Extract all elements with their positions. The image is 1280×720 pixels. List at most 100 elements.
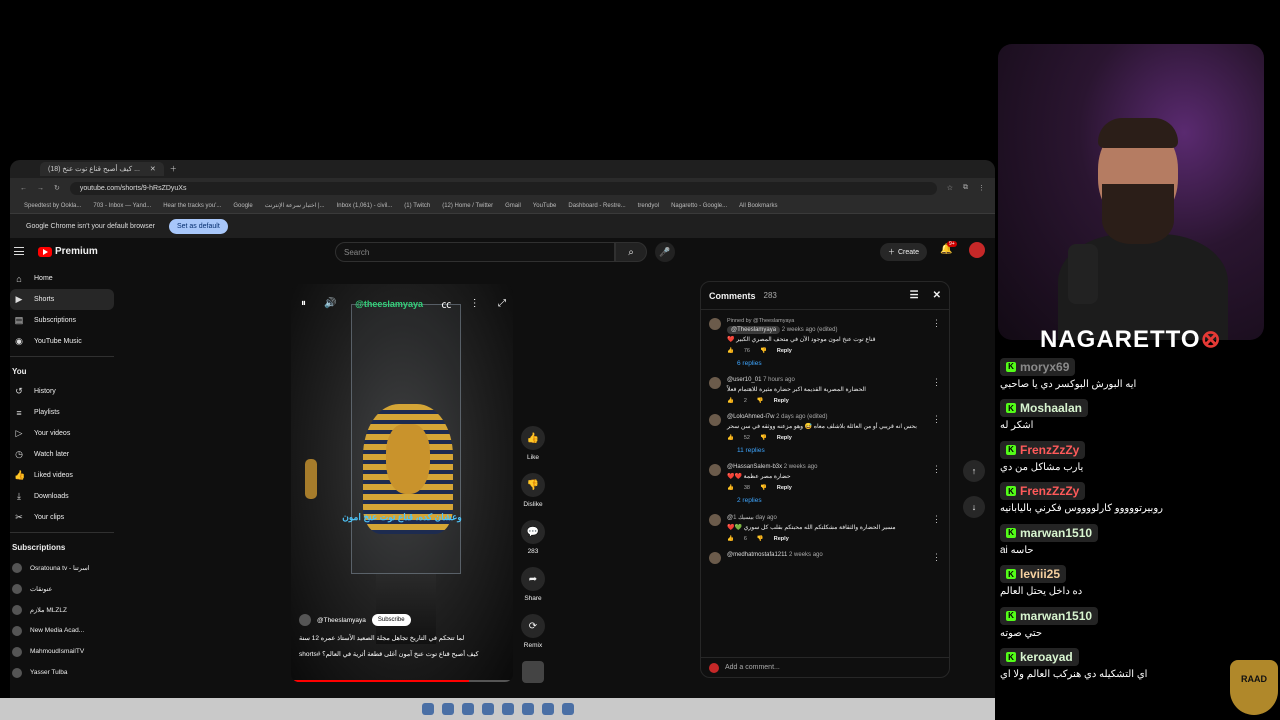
star-icon[interactable]: ☆: [947, 184, 953, 192]
address-bar[interactable]: youtube.com/shorts/9-hRsZDyuXs: [69, 181, 937, 195]
chat-username[interactable]: K FrenzZzZy: [1000, 482, 1086, 500]
more-options-icon[interactable]: ⋮: [470, 298, 480, 309]
view-replies-button[interactable]: 11 replies: [737, 447, 926, 454]
chat-username[interactable]: Kleviii25: [1000, 565, 1067, 583]
comment-menu-icon[interactable]: ⋮: [932, 464, 941, 504]
sidebar-item-your-videos[interactable]: ▷ Your videos: [10, 423, 120, 444]
remix-button[interactable]: ⟳ Remix: [518, 614, 548, 649]
extensions-icon[interactable]: ⧉: [963, 184, 968, 192]
short-title[interactable]: كيف أصبح قناع توت عنخ آمون أغلى قطعة أثر…: [299, 650, 505, 658]
captions-icon[interactable]: ㏄: [441, 296, 451, 311]
subscription-item[interactable]: Osratouna tv - اسرتنا: [10, 557, 120, 578]
back-icon[interactable]: ←: [20, 185, 27, 192]
start-icon[interactable]: [421, 703, 434, 715]
like-icon[interactable]: 👍: [727, 435, 734, 441]
new-tab-icon[interactable]: ＋: [170, 164, 177, 174]
volume-icon[interactable]: 🔊: [324, 298, 336, 309]
taskbar-app-icon[interactable]: [441, 703, 454, 715]
bookmark-item[interactable]: (1) Twitch: [404, 203, 430, 209]
commenter-avatar[interactable]: [709, 318, 721, 330]
dislike-icon[interactable]: 👎: [760, 348, 767, 354]
commenter-avatar[interactable]: [709, 414, 721, 426]
notifications-bell-icon[interactable]: 🔔 9+: [940, 241, 957, 255]
comment-author[interactable]: @LoloAhmed-l7w: [727, 414, 774, 420]
taskbar-app-icon[interactable]: [521, 703, 534, 715]
view-replies-button[interactable]: 6 replies: [737, 360, 926, 367]
taskbar-app-icon[interactable]: [561, 703, 574, 715]
bookmark-item[interactable]: All Bookmarks: [739, 203, 777, 209]
chat-username[interactable]: Kmarwan1510: [1000, 606, 1099, 625]
microphone-icon[interactable]: 🎤: [655, 242, 675, 262]
like-icon[interactable]: 👍: [727, 398, 734, 404]
dislike-icon[interactable]: 👎: [757, 536, 764, 542]
channel-name[interactable]: @Theeslamyaya: [317, 617, 366, 624]
sidebar-item-downloads[interactable]: ⤓ Downloads: [10, 486, 120, 507]
subscriptions-section-header[interactable]: Subscriptions: [10, 537, 120, 557]
sidebar-item-home[interactable]: ⌂ Home: [10, 268, 120, 289]
chat-username[interactable]: K Moshaalan: [1000, 399, 1089, 417]
bookmark-item[interactable]: Google: [233, 203, 252, 209]
like-button[interactable]: 👍 Like: [518, 426, 548, 461]
youtube-logo[interactable]: Premium: [38, 246, 98, 257]
pause-icon[interactable]: ⏸: [301, 298, 306, 309]
sidebar-item-youtube-music[interactable]: ◉ YouTube Music: [10, 331, 120, 352]
sidebar-item-playlists[interactable]: ≡ Playlists: [10, 402, 120, 423]
comment-author[interactable]: @بيسيك: [727, 515, 754, 521]
reply-button[interactable]: Reply: [777, 348, 792, 354]
menu-icon[interactable]: ⋮: [978, 184, 985, 192]
comment-author[interactable]: @HassanSalem-b3x: [727, 464, 782, 470]
sidebar-item-subscriptions[interactable]: ▤ Subscriptions: [10, 310, 120, 331]
bookmark-item[interactable]: Nagaretto - Google...: [671, 203, 727, 209]
forward-icon[interactable]: →: [37, 185, 44, 192]
you-section-header[interactable]: You: [10, 361, 120, 381]
like-icon[interactable]: 👍: [727, 485, 734, 491]
reply-button[interactable]: Reply: [777, 435, 792, 441]
sidebar-item-liked-videos[interactable]: 👍 Liked videos: [10, 465, 120, 486]
comment-menu-icon[interactable]: ⋮: [932, 414, 941, 454]
like-icon[interactable]: 👍: [727, 348, 734, 354]
reply-button[interactable]: Reply: [774, 536, 789, 542]
subscription-item[interactable]: New Media Acad...: [10, 620, 120, 641]
hamburger-menu-icon[interactable]: [14, 247, 24, 255]
commenter-avatar[interactable]: [709, 377, 721, 389]
short-video-player[interactable]: ⏸ 🔊 @theeslamyaya ㏄ ⋮ ⤢ وعشان كده، قناع …: [291, 284, 513, 682]
sidebar-item-history[interactable]: ↺ History: [10, 381, 120, 402]
subscription-item[interactable]: ملازم MLZLZ: [10, 599, 120, 620]
add-comment-input[interactable]: Add a comment...: [725, 664, 780, 671]
comment-menu-icon[interactable]: ⋮: [932, 552, 941, 564]
reply-button[interactable]: Reply: [774, 398, 789, 404]
commenter-avatar[interactable]: [709, 464, 721, 476]
taskbar-app-icon[interactable]: [501, 703, 514, 715]
close-tab-icon[interactable]: ✕: [150, 165, 156, 173]
subscription-item[interactable]: MahmoudIsmailTV: [10, 641, 120, 662]
comment-author[interactable]: @medhatmostafa1211: [727, 552, 787, 558]
previous-short-icon[interactable]: ↑: [963, 460, 985, 482]
chat-username[interactable]: K FrenzZzZy: [1000, 440, 1086, 459]
subscribe-button[interactable]: Subscribe: [371, 614, 411, 626]
share-button[interactable]: ➦ Share: [518, 567, 548, 602]
subscription-item[interactable]: عنونقات: [10, 578, 120, 599]
bookmark-item[interactable]: Dashboard - Restre...: [568, 203, 625, 209]
dislike-icon[interactable]: 👎: [757, 398, 764, 404]
reply-button[interactable]: Reply: [777, 485, 792, 491]
search-icon[interactable]: ⌕: [615, 242, 647, 262]
bookmark-item[interactable]: Hear the tracks you'...: [163, 203, 221, 209]
chat-username[interactable]: Kmarwan1510: [1000, 523, 1099, 542]
comment-menu-icon[interactable]: ⋮: [932, 514, 941, 542]
reload-icon[interactable]: ↻: [54, 184, 60, 192]
search-input[interactable]: Search: [335, 242, 615, 262]
bookmark-item[interactable]: Speedtest by Ookla...: [24, 203, 81, 209]
commenter-avatar[interactable]: [709, 514, 721, 526]
bookmark-item[interactable]: 703 - Inbox — Yand...: [93, 203, 151, 209]
bookmark-item[interactable]: YouTube: [533, 203, 557, 209]
like-icon[interactable]: 👍: [727, 536, 734, 542]
video-progress-bar[interactable]: [291, 680, 513, 682]
comments-button[interactable]: 💬 283: [518, 520, 548, 555]
taskbar-app-icon[interactable]: [461, 703, 474, 715]
remix-thumbnail[interactable]: [518, 661, 548, 683]
dislike-icon[interactable]: 👎: [760, 435, 767, 441]
sidebar-item-shorts[interactable]: ▶ Shorts: [10, 289, 114, 310]
commenter-avatar[interactable]: [709, 552, 721, 564]
view-replies-button[interactable]: 2 replies: [737, 497, 926, 504]
comment-menu-icon[interactable]: ⋮: [932, 318, 941, 367]
